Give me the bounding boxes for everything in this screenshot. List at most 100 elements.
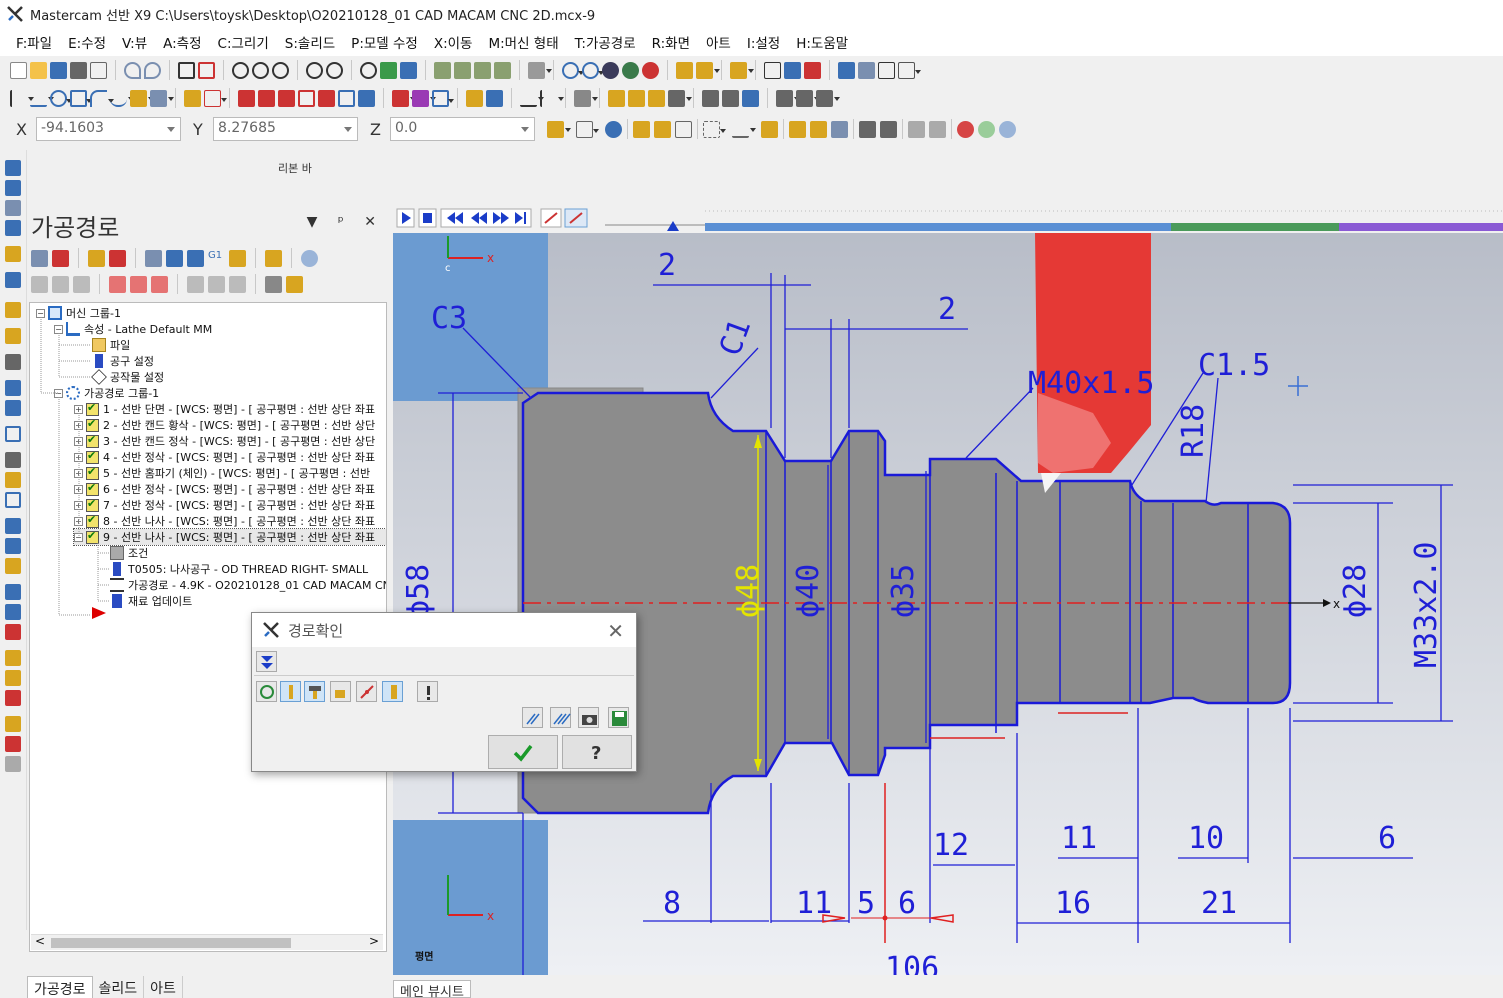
vtool-6-icon[interactable] [5, 272, 21, 288]
hint-icon[interactable] [466, 89, 483, 107]
zoom-icon[interactable] [272, 61, 289, 79]
sphere-icon[interactable] [582, 61, 604, 79]
tree-op-7[interactable]: + 7 - 선반 정삭 - [WCS: 평면] - [ 공구평면 : 선반 상단… [74, 497, 375, 513]
rotate-view-button[interactable] [256, 681, 277, 702]
graphics-viewport[interactable]: x 2 2 C3 C1 M40x1.5 C1.5 R18 ϕ48 ϕ40 ϕ35… [393, 203, 1503, 975]
op-checkbox-icon[interactable] [86, 417, 99, 432]
select-mask-icon[interactable] [859, 120, 876, 138]
trim-icon[interactable] [130, 89, 154, 107]
select-face-icon[interactable] [789, 120, 806, 138]
select-edge-icon[interactable] [831, 120, 848, 138]
display-tool-button[interactable] [280, 681, 301, 702]
vtool-20-icon[interactable] [5, 604, 21, 620]
tree-op9-tool[interactable]: T0505: 나사공구 - OD THREAD RIGHT- SMALL [110, 561, 368, 577]
move-up-icon[interactable] [130, 275, 147, 293]
zoom-out-icon[interactable] [326, 61, 343, 79]
deselect-ops-icon[interactable] [52, 249, 69, 267]
toggle-display-icon[interactable] [52, 275, 69, 293]
model-4-icon[interactable] [776, 89, 800, 107]
ok-circle-icon[interactable] [978, 120, 995, 138]
tree-op9-stock-update[interactable]: 재료 업데이트 [110, 593, 192, 609]
op-checkbox-icon[interactable] [86, 465, 99, 480]
xform-array-icon[interactable] [338, 89, 355, 107]
new-file-icon[interactable] [10, 61, 27, 79]
vtool-13-icon[interactable] [5, 452, 21, 468]
tree-horizontal-scrollbar[interactable]: < > [31, 934, 383, 950]
settings-ops-icon[interactable] [286, 275, 303, 293]
settings-gear-icon[interactable] [838, 61, 855, 79]
lock-icon[interactable] [31, 275, 48, 293]
tree-op-4[interactable]: + 4 - 선반 정삭 - [WCS: 평면] - [ 공구평면 : 선반 상단… [74, 449, 375, 465]
vtool-9-icon[interactable] [5, 354, 21, 370]
help-circle-icon[interactable] [605, 120, 622, 138]
op-checkbox-icon[interactable] [86, 449, 99, 464]
tree-op-6[interactable]: + 6 - 선반 정삭 - [WCS: 평면] - [ 공구평면 : 선반 상단… [74, 481, 375, 497]
menu-create[interactable]: C:그리기 [210, 32, 277, 52]
panel-help-icon[interactable] [301, 249, 318, 267]
unzoom-icon[interactable] [306, 61, 323, 79]
vtool-7-icon[interactable] [5, 302, 21, 318]
view-front-icon[interactable] [454, 61, 471, 79]
verify-icon[interactable] [166, 249, 183, 267]
step-controls[interactable] [440, 208, 532, 228]
pan-icon[interactable] [400, 61, 417, 79]
menu-art[interactable]: 아트 [698, 32, 739, 52]
op-checkbox-icon[interactable] [86, 401, 99, 416]
vtool-4-icon[interactable] [5, 220, 21, 236]
tree-files[interactable]: 파일 [92, 337, 130, 353]
insert-arrow-icon[interactable] [151, 275, 168, 293]
tree-op-1[interactable]: + 1 - 선반 단면 - [WCS: 평면] - [ 공구평면 : 선반 상단… [74, 401, 375, 417]
tree-machine-group[interactable]: − 머신 그룹-1 [36, 305, 121, 321]
sigma-icon[interactable] [878, 61, 895, 79]
vtool-14-icon[interactable] [5, 472, 21, 488]
insert-arrow-icon[interactable] [90, 605, 110, 621]
vtool-12-icon[interactable] [5, 426, 21, 442]
dimension-icon[interactable] [784, 61, 801, 79]
x-coordinate-input[interactable]: -94.1603 [36, 117, 181, 141]
view-cube-icon[interactable] [528, 61, 552, 79]
tree-properties[interactable]: − 속성 - Lathe Default MM [54, 321, 212, 337]
vtool-26-icon[interactable] [5, 736, 21, 752]
panel-controls[interactable]: ▼ ᵖ ✕ [307, 214, 384, 230]
menu-model-prep[interactable]: P:모델 수정 [343, 32, 426, 52]
vtool-17-icon[interactable] [5, 538, 21, 554]
select-chain-icon[interactable] [732, 121, 756, 138]
zoom-target-icon[interactable] [252, 61, 269, 79]
menu-file[interactable]: F:파일 [8, 32, 60, 52]
open-folder-icon[interactable] [30, 61, 47, 79]
drawing-canvas[interactable]: x 2 2 C3 C1 M40x1.5 C1.5 R18 ϕ48 ϕ40 ϕ35… [393, 203, 1503, 975]
vtool-18-icon[interactable] [5, 558, 21, 574]
dim-vertical-icon[interactable] [540, 89, 564, 107]
rectangle-icon[interactable] [70, 89, 92, 107]
hatch-icon[interactable] [574, 89, 598, 107]
menu-machine-type[interactable]: M:머신 형태 [480, 32, 566, 52]
z-coordinate-input[interactable]: 0.0 [390, 117, 535, 141]
undo-icon[interactable] [124, 61, 141, 79]
eraser-icon[interactable] [150, 89, 174, 107]
help-2-icon[interactable] [999, 120, 1016, 138]
menu-analyze[interactable]: A:측정 [155, 32, 209, 52]
select-last-icon[interactable] [929, 120, 946, 138]
analyze-icon[interactable] [804, 61, 821, 79]
ok-button[interactable] [488, 735, 558, 769]
tree-op-3[interactable]: + 3 - 선반 캔드 정삭 - [WCS: 평면] - [ 공구평면 : 선반… [74, 433, 375, 449]
vtool-1-icon[interactable] [5, 160, 21, 176]
vtool-23-icon[interactable] [5, 670, 21, 686]
xform-mirror-icon[interactable] [258, 89, 275, 107]
model-3-icon[interactable] [742, 89, 759, 107]
xform-roll-icon[interactable] [358, 89, 375, 107]
menu-toolpaths[interactable]: T:가공경로 [567, 32, 644, 52]
line-style-icon[interactable] [696, 61, 720, 79]
break-icon[interactable] [184, 89, 201, 107]
brush-select-icon[interactable] [486, 89, 503, 107]
tab-art[interactable]: 아트 [144, 976, 183, 998]
spline-icon[interactable] [110, 90, 134, 107]
shaded-green-icon[interactable] [622, 61, 639, 79]
circle-icon[interactable] [50, 89, 72, 107]
xform-translate-icon[interactable] [238, 89, 255, 107]
op-checkbox-icon[interactable] [86, 513, 99, 528]
vtool-10-icon[interactable] [5, 380, 21, 396]
autocursor-icon[interactable] [547, 120, 571, 138]
menu-settings[interactable]: I:설정 [739, 32, 788, 52]
xform-rotate-icon[interactable] [278, 89, 295, 107]
